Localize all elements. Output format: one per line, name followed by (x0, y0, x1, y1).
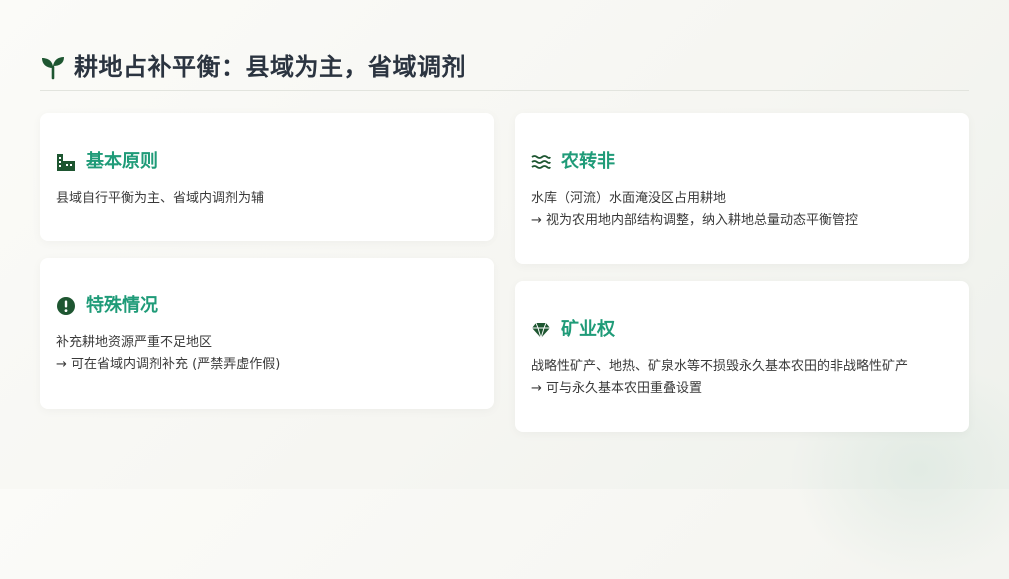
card-title: 特殊情况 (86, 295, 158, 316)
seedling-icon (40, 54, 66, 80)
page-header: 耕地占补平衡：县域为主，省域调剂 (40, 50, 969, 91)
page-title: 耕地占补平衡：县域为主，省域调剂 (74, 53, 466, 81)
card-line: → 可在省域内调剂补充 (严禁弄虚作假) (56, 357, 281, 372)
card-basic-principle: 基本原则 县域自行平衡为主、省域内调剂为辅 (40, 113, 494, 241)
card-line: 水库（河流）水面淹没区占用耕地 (531, 191, 727, 206)
card-body: 县域自行平衡为主、省域内调剂为辅 (56, 188, 478, 210)
card-line: → 视为农用地内部结构调整，纳入耕地总量动态平衡管控 (531, 213, 859, 228)
exclamation-circle-icon (56, 296, 76, 316)
card-body: 补充耕地资源严重不足地区 → 可在省域内调剂补充 (严禁弄虚作假) (56, 332, 478, 376)
card-special-case: 特殊情况 补充耕地资源严重不足地区 → 可在省域内调剂补充 (严禁弄虚作假) (40, 258, 494, 409)
card-body: 战略性矿产、地热、矿泉水等不损毁永久基本农田的非战略性矿产 → 可与永久基本农田… (531, 356, 953, 400)
card-title: 矿业权 (561, 319, 615, 340)
card-line: 战略性矿产、地热、矿泉水等不损毁永久基本农田的非战略性矿产 (531, 359, 909, 374)
building-icon (56, 152, 76, 172)
card-mining-rights: 矿业权 战略性矿产、地热、矿泉水等不损毁永久基本农田的非战略性矿产 → 可与永久… (515, 281, 969, 432)
card-title: 基本原则 (86, 151, 158, 172)
card-line: 县域自行平衡为主、省域内调剂为辅 (56, 191, 265, 206)
gem-icon (531, 320, 551, 340)
card-line: 补充耕地资源严重不足地区 (56, 335, 213, 350)
card-line: → 可与永久基本农田重叠设置 (531, 381, 703, 396)
card-farm-conversion: 农转非 水库（河流）水面淹没区占用耕地 → 视为农用地内部结构调整，纳入耕地总量… (515, 113, 969, 264)
card-body: 水库（河流）水面淹没区占用耕地 → 视为农用地内部结构调整，纳入耕地总量动态平衡… (531, 188, 953, 232)
water-icon (531, 152, 551, 172)
card-title: 农转非 (561, 151, 615, 172)
